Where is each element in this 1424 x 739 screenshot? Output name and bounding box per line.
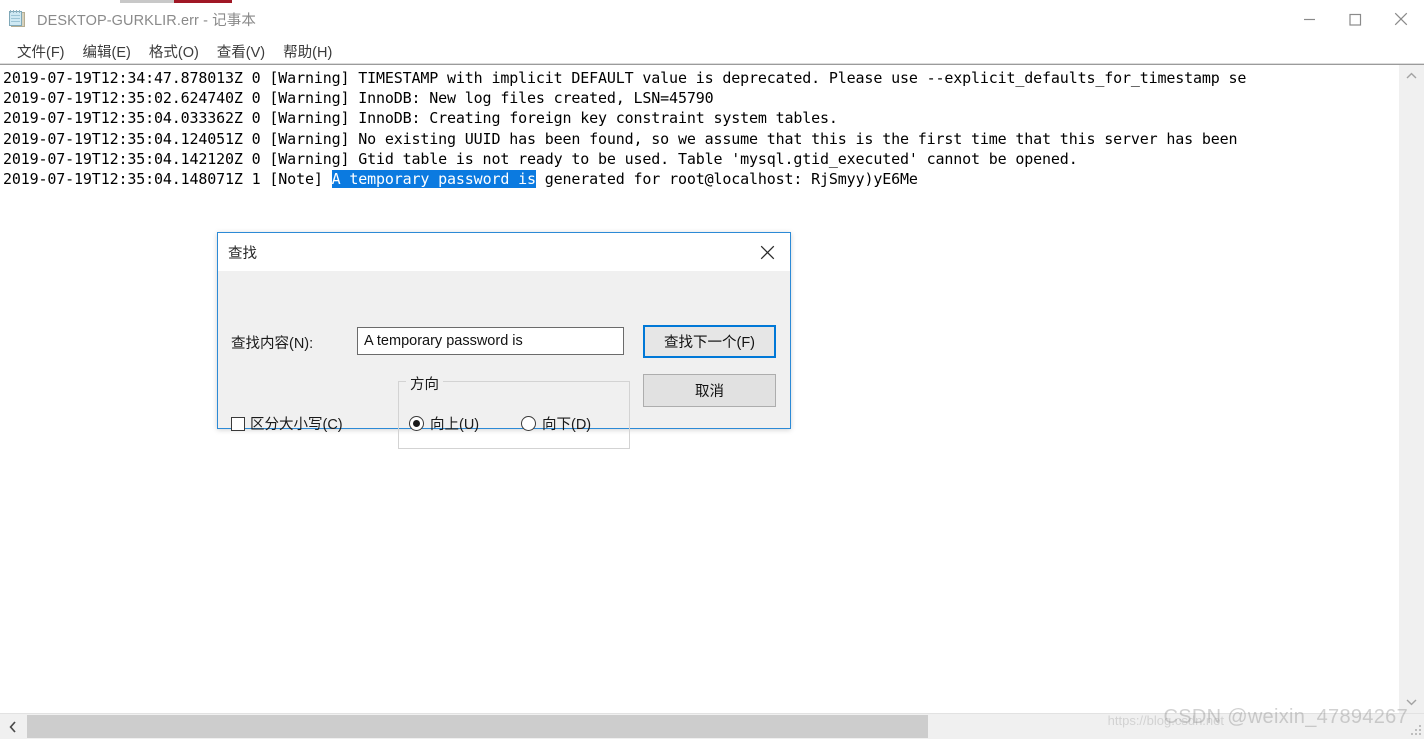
close-button[interactable] (1378, 0, 1424, 38)
scroll-down-button[interactable] (1399, 691, 1424, 713)
log-line-selected: 2019-07-19T12:35:04.148071Z 1 [Note] A t… (0, 169, 1398, 189)
log-line: 2019-07-19T12:35:04.142120Z 0 [Warning] … (0, 149, 1398, 169)
horizontal-scrollbar-thumb[interactable] (27, 715, 928, 738)
radio-unselected-icon (521, 416, 536, 431)
window-controls (1286, 0, 1424, 38)
minimize-icon (1303, 18, 1315, 20)
cancel-button[interactable]: 取消 (643, 374, 776, 407)
resize-grip-icon[interactable] (1410, 725, 1421, 736)
menu-item-edit[interactable]: 编辑(E) (74, 39, 140, 64)
menu-item-file[interactable]: 文件(F) (8, 39, 74, 64)
menubar: 文件(F) 编辑(E) 格式(O) 查看(V) 帮助(H) (0, 39, 1424, 64)
horizontal-scrollbar[interactable] (0, 713, 1424, 739)
chevron-down-icon (1406, 699, 1417, 706)
find-what-input[interactable] (357, 327, 624, 355)
radio-direction-down[interactable]: 向下(D) (521, 413, 591, 434)
chevron-up-icon (1406, 72, 1417, 79)
window-titlebar[interactable]: DESKTOP-GURKLIR.err - 记事本 (0, 0, 1424, 39)
checkbox-unchecked-icon (231, 416, 245, 431)
log-line: 2019-07-19T12:35:04.124051Z 0 [Warning] … (0, 129, 1398, 149)
window-title: DESKTOP-GURKLIR.err - 记事本 (37, 12, 256, 29)
notepad-icon (9, 10, 27, 28)
log-line-text: 2019-07-19T12:35:04.142120Z 0 [Warning] … (3, 149, 1078, 168)
scrollbar-corner (1399, 714, 1424, 739)
log-line-text: 2019-07-19T12:35:04.148071Z 1 [Note] (3, 170, 332, 189)
match-case-label: 区分大小写(C) (250, 417, 343, 433)
log-line-text: 2019-07-19T12:35:04.033362Z 0 [Warning] … (3, 109, 838, 128)
log-line-text-tail: generated for root@localhost: RjSmyy)yE6… (535, 170, 918, 189)
close-icon (760, 245, 775, 259)
menu-item-format[interactable]: 格式(O) (140, 39, 208, 64)
radio-direction-up[interactable]: 向上(U) (409, 413, 479, 434)
match-case-checkbox[interactable]: 区分大小写(C) (231, 413, 343, 434)
radio-selected-icon (409, 416, 424, 431)
minimize-button[interactable] (1286, 0, 1332, 38)
menu-item-help[interactable]: 帮助(H) (274, 39, 341, 64)
scroll-up-button[interactable] (1399, 65, 1424, 87)
find-dialog-title: 查找 (228, 245, 257, 262)
close-icon (1394, 12, 1408, 26)
log-line-text: 2019-07-19T12:34:47.878013Z 0 [Warning] … (3, 69, 1247, 87)
chevron-left-icon (8, 720, 16, 733)
radio-direction-down-label: 向下(D) (542, 417, 592, 433)
log-line-text: 2019-07-19T12:35:04.124051Z 0 [Warning] … (3, 129, 1238, 148)
find-dialog-close-button[interactable] (745, 234, 790, 271)
menu-item-view[interactable]: 查看(V) (208, 39, 274, 64)
maximize-icon (1348, 13, 1361, 26)
radio-direction-up-label: 向上(U) (430, 417, 480, 433)
find-next-button[interactable]: 查找下一个(F) (643, 325, 776, 358)
maximize-button[interactable] (1332, 0, 1378, 38)
direction-groupbox-label: 方向 (406, 373, 443, 394)
find-what-label: 查找内容(N): (231, 336, 314, 352)
log-line: 2019-07-19T12:34:47.878013Z 0 [Warning] … (0, 68, 1398, 88)
find-dialog: 查找 查找内容(N): 查找下一个(F) 取消 方向 向上(U) 向下(D) 区… (217, 232, 791, 449)
text-selection-highlight: A temporary password is (331, 170, 536, 189)
log-line: 2019-07-19T12:35:04.033362Z 0 [Warning] … (0, 108, 1398, 128)
log-line-text: 2019-07-19T12:35:02.624740Z 0 [Warning] … (3, 89, 714, 108)
vertical-scrollbar[interactable] (1398, 65, 1424, 713)
find-dialog-titlebar[interactable]: 查找 (218, 233, 790, 271)
find-dialog-body: 查找内容(N): 查找下一个(F) 取消 方向 向上(U) 向下(D) 区分大小… (218, 271, 790, 449)
log-line: 2019-07-19T12:35:02.624740Z 0 [Warning] … (0, 88, 1398, 108)
scroll-left-button[interactable] (0, 714, 25, 739)
titlebar-accent-stripe (120, 0, 232, 3)
